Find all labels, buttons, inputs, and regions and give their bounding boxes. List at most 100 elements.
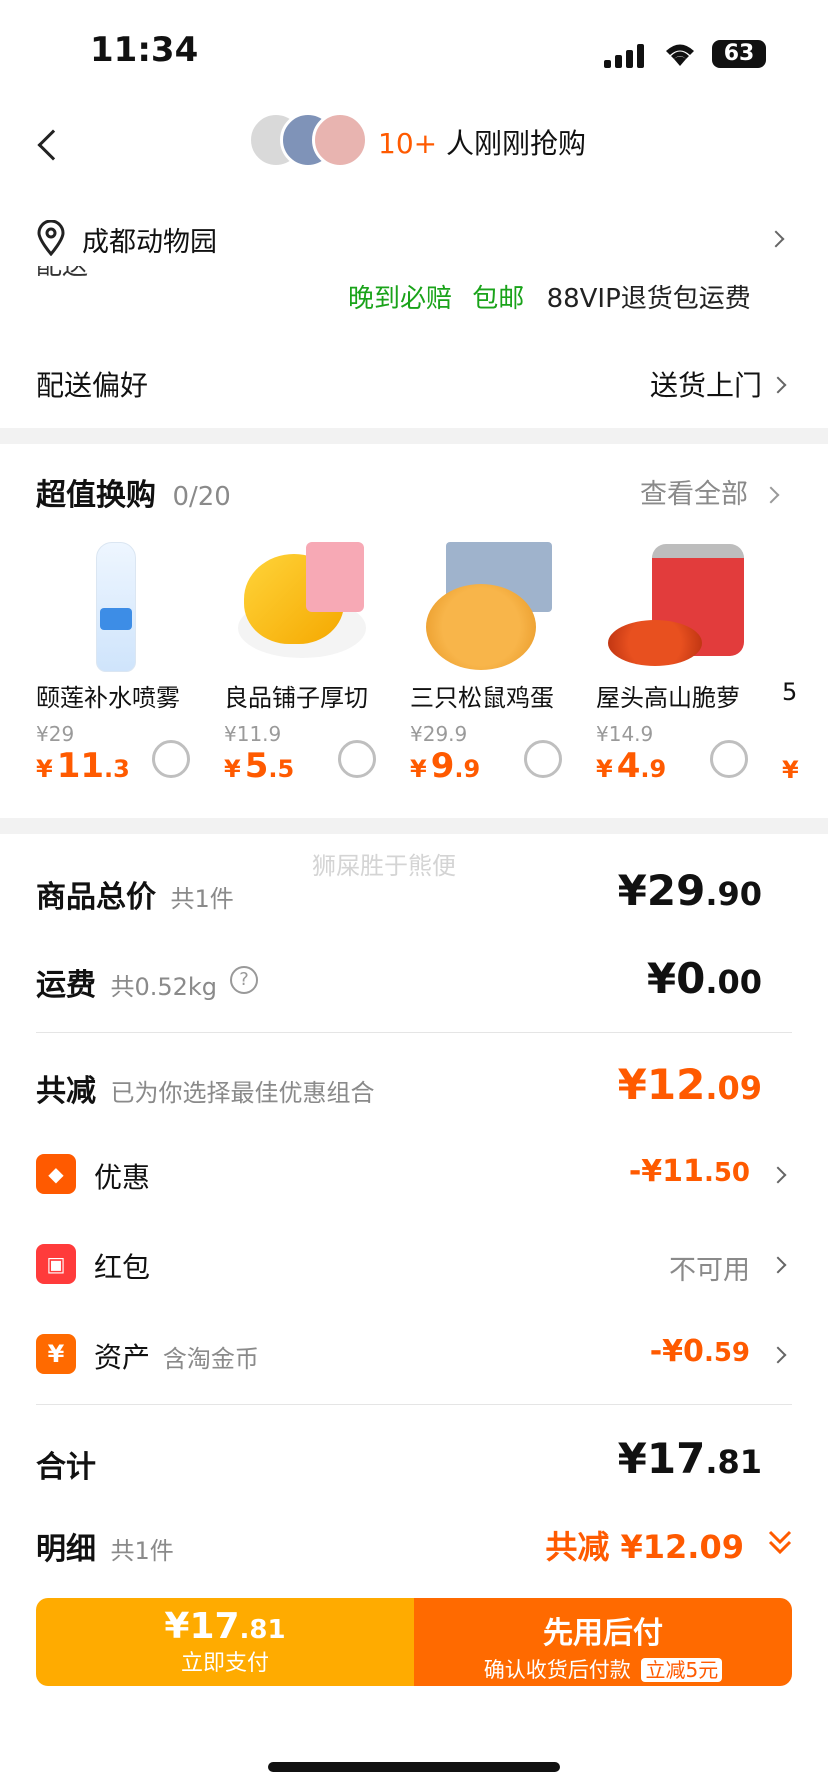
buyer-avatars bbox=[248, 112, 370, 168]
buyer-count: 10+ bbox=[378, 127, 438, 160]
delivery-pref-label: 配送偏好 bbox=[36, 369, 149, 402]
deal-item-name: 屋头高山脆萝 bbox=[596, 684, 740, 712]
pay-later-sub: 确认收货后付款 立减5元 bbox=[414, 1654, 792, 1684]
total-label: 合计 bbox=[36, 1450, 96, 1485]
deal-select-radio[interactable] bbox=[710, 740, 748, 778]
deal-item-price: ¥ bbox=[782, 756, 799, 784]
reduce-value: ¥12.09 bbox=[617, 1060, 762, 1109]
pay-now-label: 立即支付 bbox=[180, 1651, 269, 1676]
view-all-text: 查看全部 bbox=[640, 479, 748, 510]
tag-late-compensation: 晚到必赔 bbox=[348, 284, 453, 314]
back-button[interactable] bbox=[30, 126, 70, 166]
deal-select-radio[interactable] bbox=[524, 740, 562, 778]
detail-label: 明细 共1件 bbox=[36, 1532, 174, 1567]
goods-count: 共1件 bbox=[170, 885, 234, 913]
deal-item-price: ¥9.9 bbox=[410, 746, 481, 786]
detail-reduce: 共减 ¥12.09 bbox=[545, 1528, 744, 1566]
pay-now-button[interactable]: ¥17.81 立即支付 bbox=[36, 1598, 414, 1686]
home-indicator bbox=[268, 1762, 560, 1772]
section-divider bbox=[0, 428, 828, 444]
deal-item-original-price: ¥29.9 bbox=[410, 722, 468, 746]
discount-label: 优惠 bbox=[94, 1161, 151, 1194]
avatar bbox=[312, 112, 368, 168]
deal-select-radio[interactable] bbox=[152, 740, 190, 778]
red-envelope-icon: ▣ bbox=[36, 1244, 76, 1284]
pay-later-button[interactable]: 先用后付 确认收货后付款 立减5元 bbox=[414, 1598, 792, 1686]
location-pin-icon bbox=[36, 219, 66, 260]
radish-snack bbox=[608, 620, 702, 666]
status-time: 11:34 bbox=[90, 30, 199, 70]
freight-help-icon[interactable]: ? bbox=[230, 966, 258, 994]
spray-label bbox=[100, 608, 132, 630]
deals-count: 0/20 bbox=[172, 482, 231, 512]
deal-item-name: 三只松鼠鸡蛋 bbox=[410, 684, 554, 712]
goods-total-value: ¥29.90 bbox=[617, 866, 762, 915]
deal-select-radio[interactable] bbox=[338, 740, 376, 778]
view-all-link[interactable]: 查看全部 bbox=[640, 472, 780, 511]
mango-package bbox=[306, 542, 364, 612]
reduce-note: 已为你选择最佳优惠组合 bbox=[110, 1079, 375, 1107]
status-bar: 11:34 63 bbox=[0, 0, 828, 100]
divider bbox=[36, 1404, 792, 1405]
address-text: 成都动物园 bbox=[82, 227, 217, 258]
battery-level: 63 bbox=[723, 41, 755, 66]
redpacket-row[interactable]: ▣ 红包 不可用 bbox=[0, 1240, 828, 1306]
freight-value: ¥0.00 bbox=[646, 954, 762, 1003]
back-arrow-icon bbox=[37, 129, 69, 161]
pay-later-title: 先用后付 bbox=[543, 1616, 663, 1651]
total-row: 合计 ¥17.81 bbox=[0, 1434, 828, 1504]
deal-item-name: 5 bbox=[782, 678, 798, 706]
pay-later-badge: 立减5元 bbox=[641, 1658, 723, 1682]
deals-title: 超值换购 0/20 bbox=[36, 470, 231, 514]
discount-value: -¥11.50 bbox=[628, 1154, 750, 1189]
redpacket-label: 红包 bbox=[94, 1251, 151, 1284]
section-divider bbox=[0, 818, 828, 834]
deal-item-price: ¥11.3 bbox=[36, 746, 130, 786]
deal-item-original-price: ¥29 bbox=[36, 722, 75, 746]
deal-item-price: ¥4.9 bbox=[596, 746, 667, 786]
buyer-text: 人刚刚抢购 bbox=[446, 127, 587, 160]
detail-count: 共1件 bbox=[110, 1537, 174, 1565]
delivery-pref-value: 送货上门 bbox=[650, 369, 763, 402]
battery-icon: 63 bbox=[712, 40, 766, 68]
asset-row[interactable]: ¥ 资产 含淘金币 -¥0.59 bbox=[0, 1330, 828, 1396]
deal-item-name: 颐莲补水喷雾 bbox=[36, 684, 180, 712]
recent-buyers-text: 10+ 人刚刚抢购 bbox=[378, 122, 586, 162]
deal-item-original-price: ¥14.9 bbox=[596, 722, 654, 746]
reduce-label: 共减 已为你选择最佳优惠组合 bbox=[36, 1074, 375, 1109]
coin-icon: ¥ bbox=[36, 1334, 76, 1374]
double-chevron-down-icon bbox=[766, 1528, 794, 1562]
view-all-chevron-icon bbox=[762, 486, 780, 504]
delivery-tags: 晚到必赔 包邮 88VIP退货包运费 bbox=[348, 278, 751, 315]
deal-item-price: ¥5.5 bbox=[224, 746, 295, 786]
delivery-pref-row[interactable]: 配送偏好 送货上门 bbox=[0, 364, 828, 424]
asset-value: -¥0.59 bbox=[649, 1334, 750, 1369]
address-row[interactable]: 成都动物园 bbox=[0, 212, 828, 264]
wifi-icon bbox=[662, 40, 698, 72]
tag-icon: ◆ bbox=[36, 1154, 76, 1194]
deal-item-original-price: ¥11.9 bbox=[224, 722, 282, 746]
asset-chevron-icon bbox=[769, 1346, 787, 1365]
asset-label: 资产 含淘金币 bbox=[94, 1341, 259, 1374]
deals-title-text: 超值换购 bbox=[36, 478, 156, 513]
divider bbox=[36, 1032, 792, 1033]
discount-row[interactable]: ◆ 优惠 -¥11.50 bbox=[0, 1150, 828, 1216]
reduce-row: 共减 已为你选择最佳优惠组合 ¥12.09 bbox=[0, 1060, 828, 1130]
discount-chevron-icon bbox=[769, 1166, 787, 1185]
product-image-spray bbox=[96, 542, 136, 672]
address-cut-text: 配送 bbox=[36, 266, 88, 280]
asset-note: 含淘金币 bbox=[162, 1345, 259, 1373]
goods-total-row: 商品总价 共1件 ¥29.90 bbox=[0, 866, 828, 936]
redpacket-chevron-icon bbox=[769, 1256, 787, 1275]
freight-row: 运费 共0.52kg ? ¥0.00 bbox=[0, 954, 828, 1024]
deal-item-name: 良品铺子厚切 bbox=[224, 684, 368, 712]
redpacket-value: 不可用 bbox=[669, 1255, 750, 1286]
freight-label: 运费 共0.52kg bbox=[36, 968, 218, 1003]
signal-icon bbox=[604, 44, 648, 68]
pay-now-amount: ¥17.81 bbox=[164, 1606, 286, 1647]
freight-weight: 共0.52kg bbox=[110, 973, 218, 1001]
egg-cakes bbox=[426, 584, 536, 670]
deal-item-partial[interactable]: 5 ¥ bbox=[782, 538, 828, 788]
tag-free-shipping: 包邮 bbox=[472, 284, 525, 314]
detail-row[interactable]: 明细 共1件 共减 ¥12.09 bbox=[0, 1518, 828, 1578]
